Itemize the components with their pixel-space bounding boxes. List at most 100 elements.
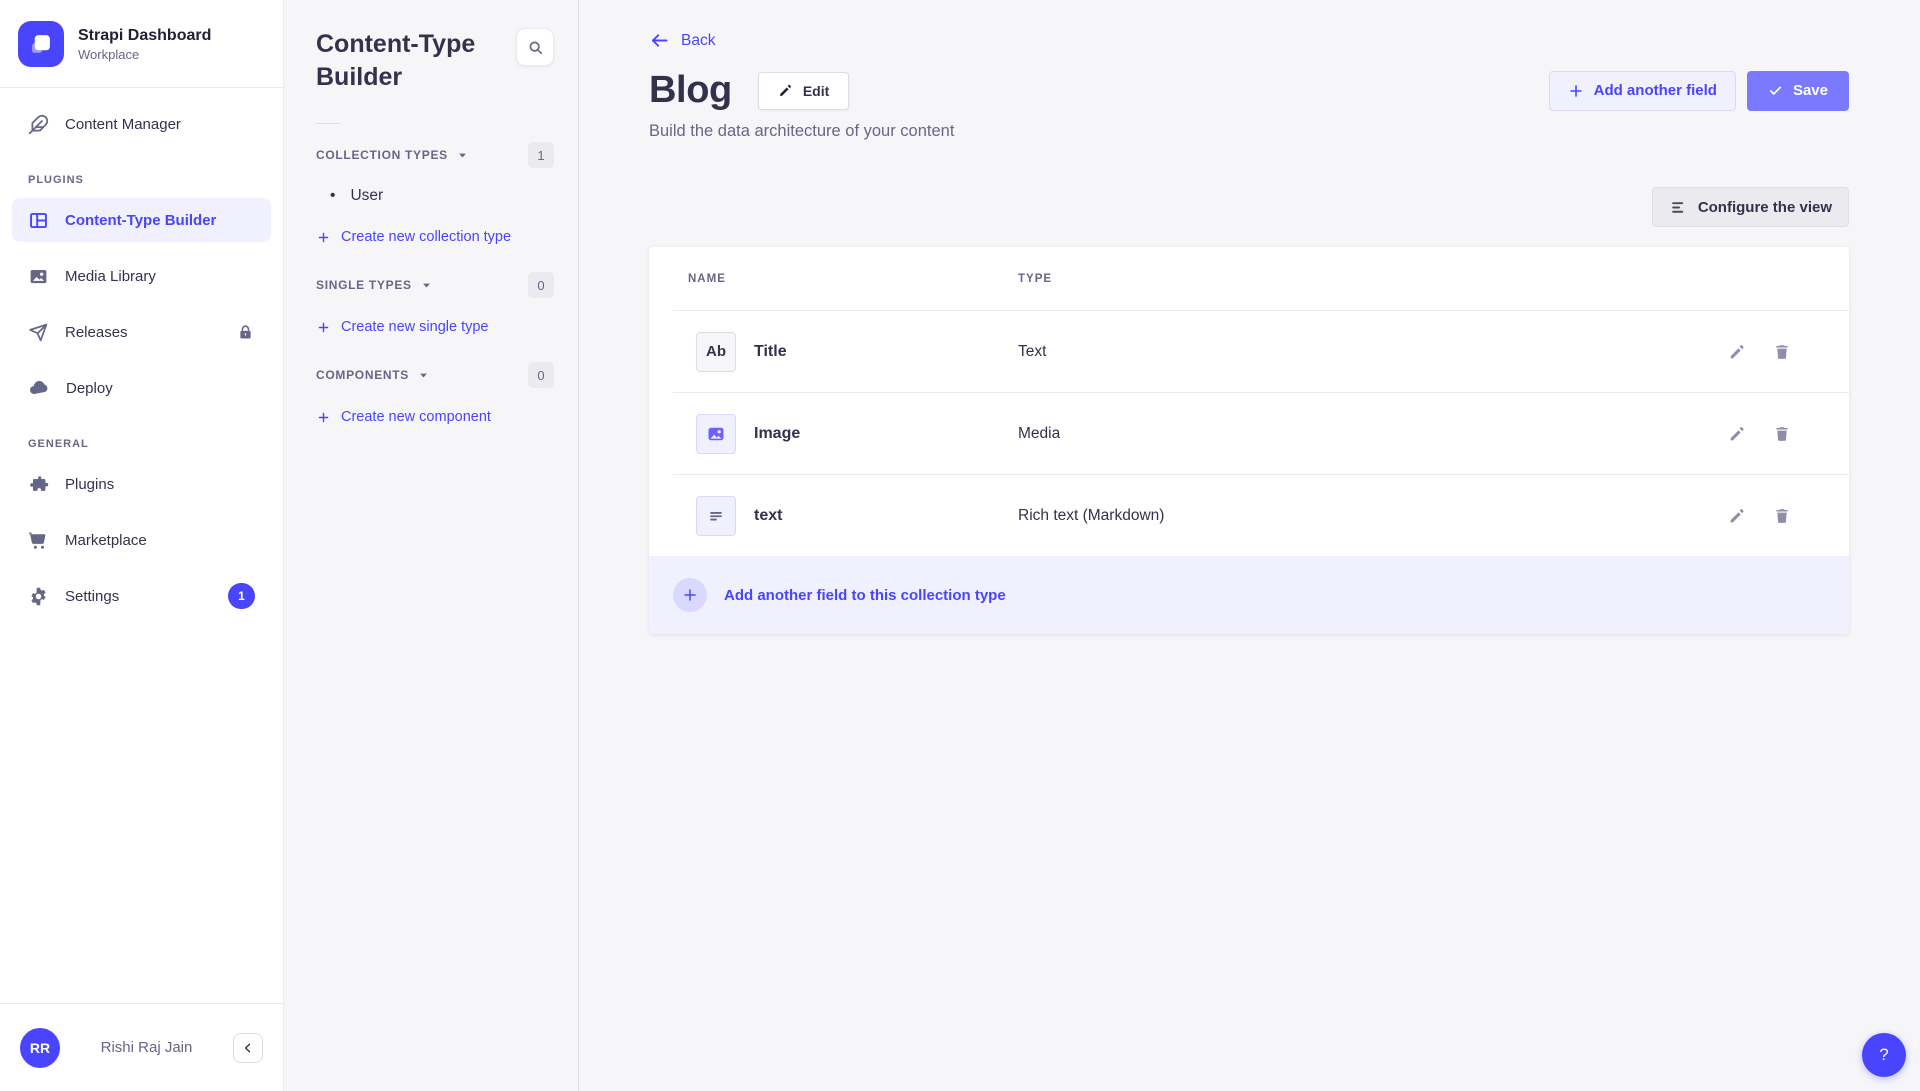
chevron-down-icon [421, 280, 432, 291]
brand-subtitle: Workplace [78, 47, 211, 62]
table-row: Ab Title Text [649, 311, 1849, 392]
list-lines-icon [1669, 198, 1688, 217]
sidebar-item-content-type-builder[interactable]: Content-Type Builder [12, 198, 271, 242]
sidebar-item-releases[interactable]: Releases [12, 310, 271, 354]
count-badge: 1 [528, 142, 554, 168]
sidebar-item-label: Settings [65, 588, 119, 605]
sidebar-item-label: Media Library [65, 268, 156, 285]
section-label: SINGLE TYPES [316, 278, 412, 292]
subnav-title: Content-Type Builder [316, 28, 492, 93]
sidebar-item-deploy[interactable]: Deploy [12, 366, 271, 410]
create-single-type-label: Create new single type [341, 319, 489, 335]
add-another-field-button[interactable]: Add another field [1549, 71, 1736, 111]
create-single-type-link[interactable]: Create new single type [284, 306, 578, 348]
text-lines-icon [706, 506, 726, 526]
collapse-sidebar-button[interactable] [233, 1033, 263, 1063]
create-collection-type-link[interactable]: Create new collection type [284, 216, 578, 258]
text-field-icon: Ab [696, 332, 736, 372]
search-button[interactable] [516, 28, 554, 66]
trash-icon [1773, 507, 1791, 525]
sidebar-item-content-manager[interactable]: Content Manager [12, 102, 271, 146]
user-area: RR Rishi Raj Jain [0, 1003, 283, 1091]
sidebar-item-settings[interactable]: Settings 1 [12, 574, 271, 618]
create-component-label: Create new component [341, 409, 491, 425]
edit-field-button[interactable] [1728, 343, 1746, 361]
nav-section-plugins: PLUGINS [12, 158, 271, 198]
notification-badge: 1 [228, 583, 255, 609]
richtext-field-icon [696, 496, 736, 536]
chevron-down-icon [457, 150, 468, 161]
sidebar-item-label: Content-Type Builder [65, 212, 216, 229]
section-components[interactable]: COMPONENTS 0 [284, 348, 578, 396]
section-collection-types[interactable]: COLLECTION TYPES 1 [284, 128, 578, 176]
edit-field-button[interactable] [1728, 507, 1746, 525]
avatar[interactable]: RR [20, 1028, 60, 1068]
plus-icon [317, 411, 330, 424]
layout-grid-icon [28, 210, 49, 231]
count-badge: 0 [528, 362, 554, 388]
plus-icon [1568, 83, 1584, 99]
edit-button[interactable]: Edit [758, 72, 849, 110]
save-label: Save [1793, 82, 1828, 99]
field-name-cell: text [696, 496, 1018, 536]
fields-table: NAME TYPE Ab Title Text [649, 247, 1849, 634]
section-single-types[interactable]: SINGLE TYPES 0 [284, 258, 578, 306]
edit-field-button[interactable] [1728, 425, 1746, 443]
delete-field-button[interactable] [1773, 343, 1791, 361]
settings-badge-wrap: 1 [228, 583, 255, 609]
media-field-icon [696, 414, 736, 454]
sidebar-item-media-library[interactable]: Media Library [12, 254, 271, 298]
plus-icon [317, 231, 330, 244]
lock-icon [236, 323, 255, 342]
configure-view-label: Configure the view [1698, 199, 1832, 216]
picture-icon [28, 266, 49, 287]
field-name: Title [754, 343, 787, 361]
add-field-footer-button[interactable]: Add another field to this collection typ… [649, 556, 1849, 634]
table-row: text Rich text (Markdown) [649, 475, 1849, 556]
sub-sidebar: Content-Type Builder COLLECTION TYPES 1 … [284, 0, 579, 1091]
divider [316, 123, 340, 124]
row-actions [1728, 425, 1791, 443]
field-name: text [754, 507, 782, 525]
app-root: Strapi Dashboard Workplace Content Manag… [0, 0, 1920, 1091]
help-button[interactable]: ? [1862, 1033, 1906, 1077]
section-label: COMPONENTS [316, 368, 409, 382]
plus-icon [682, 587, 698, 603]
subnav-item-label: User [350, 187, 383, 205]
pencil-icon [1728, 343, 1746, 361]
puzzle-icon [28, 474, 49, 495]
back-label: Back [681, 32, 715, 50]
page-subtitle: Build the data architecture of your cont… [649, 122, 1849, 141]
save-button[interactable]: Save [1747, 71, 1849, 111]
strapi-logo [18, 21, 64, 67]
count-badge: 0 [528, 272, 554, 298]
sidebar-item-plugins[interactable]: Plugins [12, 462, 271, 506]
cart-icon [28, 530, 49, 551]
main-sidebar: Strapi Dashboard Workplace Content Manag… [0, 0, 284, 1091]
create-component-link[interactable]: Create new component [284, 396, 578, 438]
brand-text: Strapi Dashboard Workplace [78, 25, 211, 63]
pencil-icon [1728, 507, 1746, 525]
configure-view-button[interactable]: Configure the view [1652, 187, 1849, 227]
sidebar-item-label: Releases [65, 324, 128, 341]
row-actions [1728, 343, 1791, 361]
delete-field-button[interactable] [1773, 507, 1791, 525]
field-name-cell: Image [696, 414, 1018, 454]
create-collection-type-label: Create new collection type [341, 229, 511, 245]
delete-field-button[interactable] [1773, 425, 1791, 443]
plus-icon [317, 321, 330, 334]
section-label: COLLECTION TYPES [316, 148, 448, 162]
field-type: Media [1018, 425, 1060, 443]
sidebar-item-label: Plugins [65, 476, 114, 493]
user-name: Rishi Raj Jain [60, 1039, 233, 1056]
check-icon [1768, 83, 1783, 98]
sidebar-item-label: Marketplace [65, 532, 147, 549]
subnav-item-user[interactable]: User [284, 176, 578, 216]
sidebar-item-marketplace[interactable]: Marketplace [12, 518, 271, 562]
back-link[interactable]: Back [649, 30, 715, 51]
add-another-field-label: Add another field [1594, 82, 1717, 99]
field-type: Rich text (Markdown) [1018, 507, 1164, 525]
table-row: Image Media [649, 393, 1849, 474]
row-actions [1728, 507, 1791, 525]
add-field-footer-label: Add another field to this collection typ… [724, 587, 1006, 604]
